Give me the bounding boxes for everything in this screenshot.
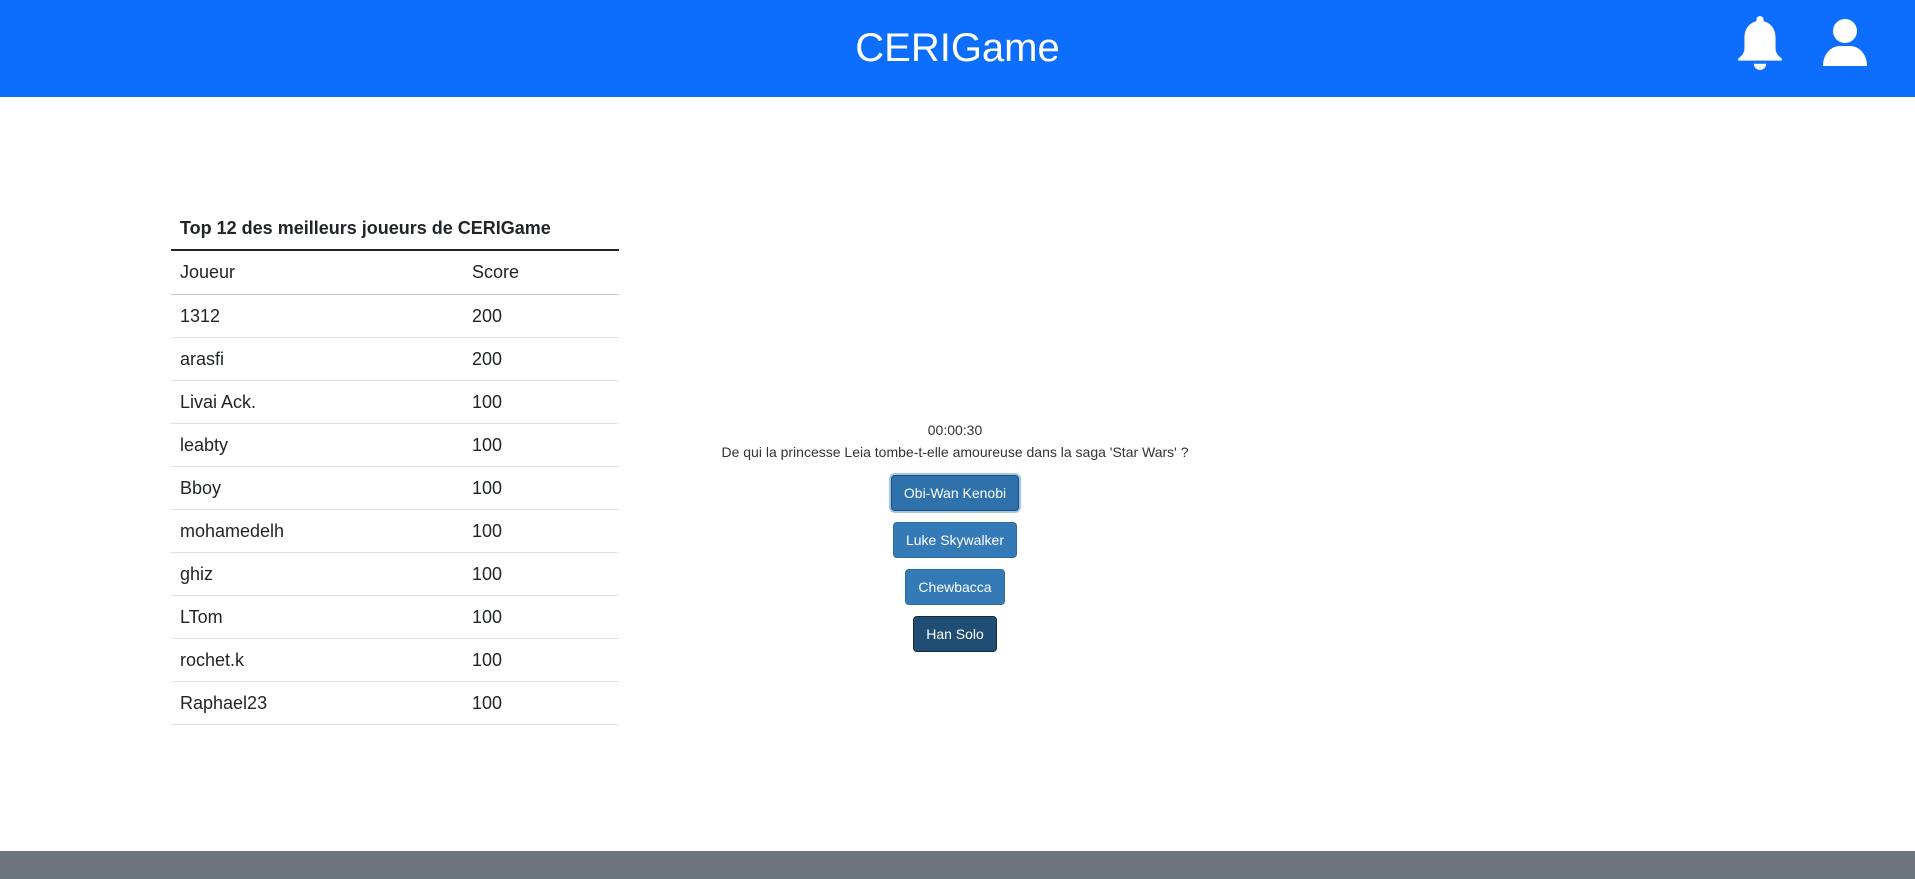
player-score: 100 (463, 638, 619, 682)
player-name: LTom (171, 595, 463, 639)
player-name: Livai Ack. (171, 380, 463, 424)
answer-button-obi-wan-kenobi[interactable]: Obi-Wan Kenobi (890, 475, 1020, 511)
leaderboard-header-row: Joueur Score (171, 249, 619, 295)
answer-button-chewbacca[interactable]: Chewbacca (905, 569, 1005, 605)
table-row: arasfi 200 (171, 337, 619, 381)
quiz-timer: 00:00:30 (927, 422, 983, 438)
player-name: ghiz (171, 552, 463, 596)
player-name: leabty (171, 423, 463, 467)
table-row: 1312 200 (171, 294, 619, 338)
table-row: leabty 100 (171, 423, 619, 467)
table-row: Raphael23 100 (171, 681, 619, 725)
table-row: mohamedelh 100 (171, 509, 619, 553)
answer-list: Obi-Wan Kenobi Luke Skywalker Chewbacca … (620, 475, 1290, 652)
footer-bar (0, 851, 1915, 879)
leaderboard-caption: Top 12 des meilleurs joueurs de CERIGame (180, 218, 551, 238)
player-name: arasfi (171, 337, 463, 381)
table-row: ghiz 100 (171, 552, 619, 596)
answer-button-han-solo[interactable]: Han Solo (913, 616, 997, 652)
player-score: 100 (463, 466, 619, 510)
player-name: mohamedelh (171, 509, 463, 553)
player-score: 100 (463, 423, 619, 467)
quiz-question: De qui la princesse Leia tombe-t-elle am… (721, 444, 1189, 460)
player-score: 100 (463, 509, 619, 553)
bell-icon[interactable] (1734, 14, 1786, 70)
table-row: rochet.k 100 (171, 638, 619, 682)
player-score: 100 (463, 552, 619, 596)
quiz-panel: 00:00:30 De qui la princesse Leia tombe-… (620, 420, 1290, 663)
leaderboard-table: Top 12 des meilleurs joueurs de CERIGame… (171, 210, 619, 725)
player-score: 100 (463, 380, 619, 424)
table-row: LTom 100 (171, 595, 619, 639)
column-header-player: Joueur (171, 249, 463, 295)
player-name: 1312 (171, 294, 463, 338)
table-row: Bboy 100 (171, 466, 619, 510)
top-navbar: CERIGame (0, 0, 1915, 97)
user-icon[interactable] (1820, 18, 1870, 66)
app-title: CERIGame (855, 26, 1060, 70)
player-name: Bboy (171, 466, 463, 510)
player-score: 200 (463, 294, 619, 338)
player-name: rochet.k (171, 638, 463, 682)
player-score: 200 (463, 337, 619, 381)
player-score: 100 (463, 595, 619, 639)
answer-button-luke-skywalker[interactable]: Luke Skywalker (892, 522, 1018, 558)
column-header-score: Score (463, 249, 619, 295)
table-row: Livai Ack. 100 (171, 380, 619, 424)
player-name: Raphael23 (171, 681, 463, 725)
player-score: 100 (463, 681, 619, 725)
